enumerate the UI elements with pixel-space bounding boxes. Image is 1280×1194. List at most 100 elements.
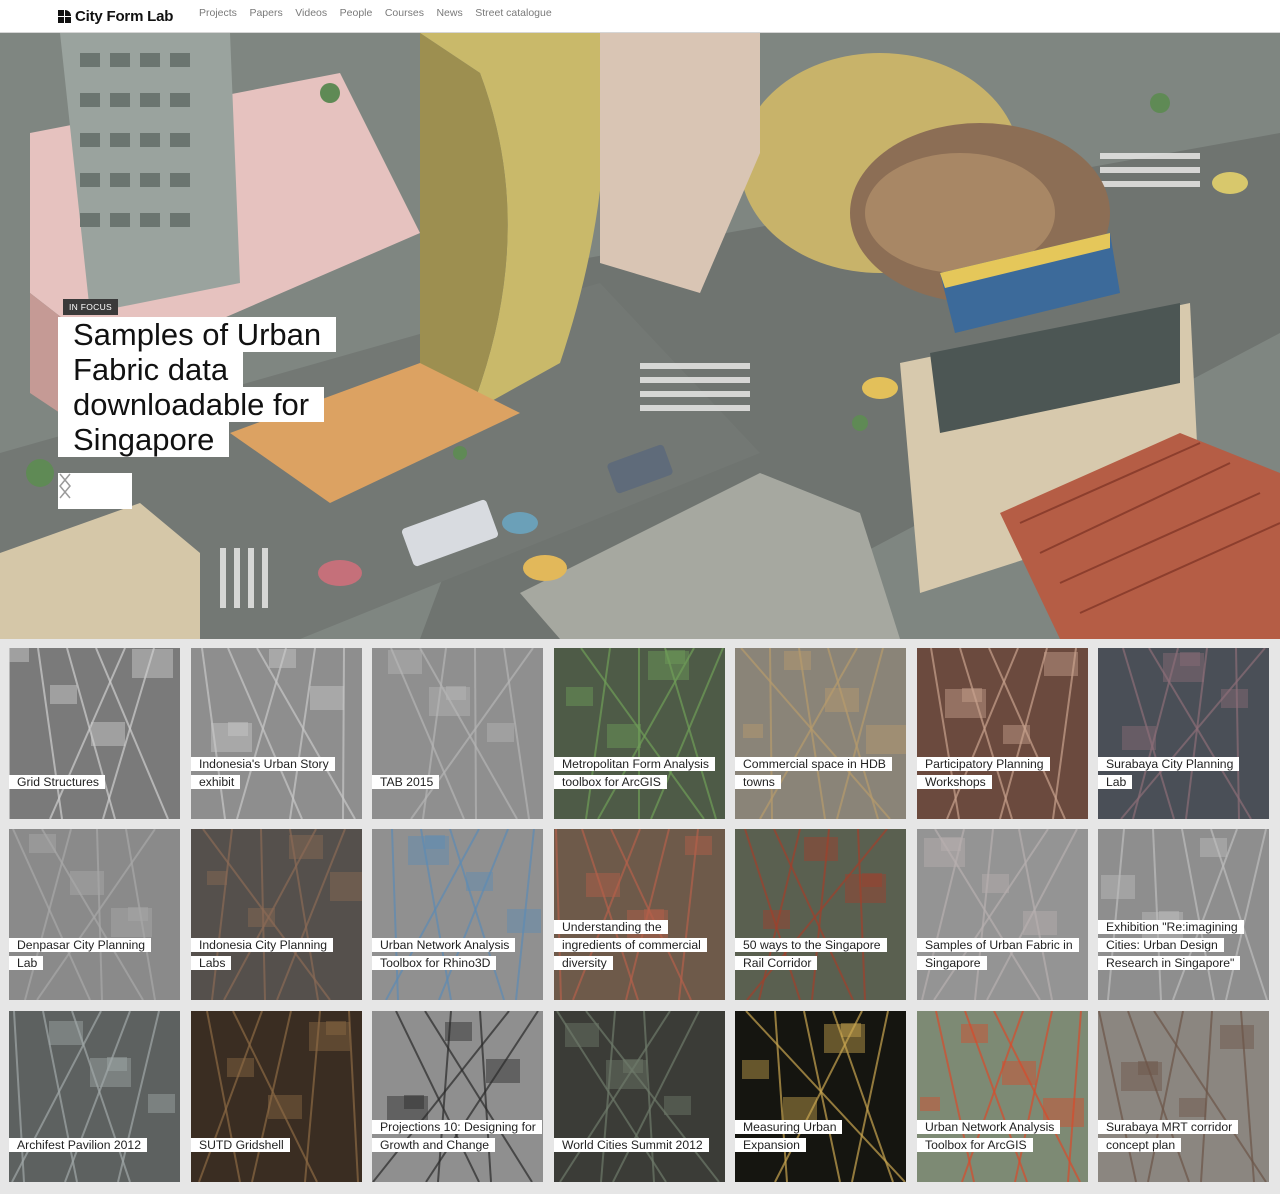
project-thumbnail bbox=[930, 648, 1078, 819]
project-title: Indonesia City Planning Labs bbox=[191, 938, 334, 970]
site-logo[interactable]: City Form Lab bbox=[58, 6, 173, 26]
project-thumbnail bbox=[920, 1011, 1084, 1182]
nav-item-projects[interactable]: Projects bbox=[199, 7, 237, 19]
hero-headline-line: Fabric data bbox=[58, 352, 244, 387]
project-thumbnail bbox=[742, 1011, 906, 1182]
nav-item-courses[interactable]: Courses bbox=[385, 7, 424, 19]
project-tile[interactable]: TAB 2015 bbox=[372, 648, 543, 819]
project-title: Surabaya MRT corridor concept plan bbox=[1098, 1120, 1239, 1152]
project-tile[interactable]: Understanding the ingredients of commerc… bbox=[554, 829, 725, 1000]
project-title: Archifest Pavilion 2012 bbox=[9, 1138, 147, 1152]
project-thumbnail bbox=[372, 1011, 539, 1182]
project-tile-label: Indonesia City Planning Labs bbox=[191, 936, 356, 972]
project-tile[interactable]: World Cities Summit 2012 bbox=[554, 1011, 725, 1182]
project-tile[interactable]: Measuring Urban Expansion bbox=[735, 1011, 906, 1182]
hero-headline-line: Singapore bbox=[58, 422, 230, 457]
project-tile-label: Urban Network Analysis Toolbox for Rhino… bbox=[372, 936, 537, 972]
project-title: Exhibition "Re:imagining Cities: Urban D… bbox=[1098, 920, 1244, 970]
hero-banner[interactable]: IN FOCUS Samples of Urban Fabric data do… bbox=[0, 33, 1280, 639]
project-tile-label: Participatory Planning Workshops bbox=[917, 755, 1082, 791]
project-tile-label: Metropolitan Form Analysis toolbox for A… bbox=[554, 755, 719, 791]
project-thumbnail bbox=[1120, 648, 1266, 819]
nav-item-videos[interactable]: Videos bbox=[295, 7, 327, 19]
project-title: Commercial space in HDB towns bbox=[735, 757, 892, 789]
main-nav: Projects Papers Videos People Courses Ne… bbox=[199, 0, 564, 26]
project-tile[interactable]: 50 ways to the Singapore Rail Corridor bbox=[735, 829, 906, 1000]
nav-item-papers[interactable]: Papers bbox=[249, 7, 282, 19]
nav-item-news[interactable]: News bbox=[436, 7, 462, 19]
project-tile-label: Indonesia's Urban Story exhibit bbox=[191, 755, 356, 791]
project-thumbnail bbox=[12, 829, 156, 1000]
project-thumbnail bbox=[740, 648, 906, 819]
project-tile-label: Grid Structures bbox=[9, 773, 105, 791]
project-thumbnail bbox=[1098, 1011, 1267, 1182]
project-title: Participatory Planning Workshops bbox=[917, 757, 1050, 789]
project-tile-label: Measuring Urban Expansion bbox=[735, 1118, 900, 1154]
project-tile-label: SUTD Gridshell bbox=[191, 1136, 290, 1154]
project-tile[interactable]: Indonesia's Urban Story exhibit bbox=[191, 648, 362, 819]
hero-headline-line: downloadable for bbox=[58, 387, 325, 422]
project-tile[interactable]: Grid Structures bbox=[9, 648, 180, 819]
chevron-right-icon bbox=[59, 473, 71, 499]
project-tile[interactable]: Urban Network Analysis Toolbox for Rhino… bbox=[372, 829, 543, 1000]
next-slide-button[interactable] bbox=[59, 473, 128, 505]
project-tile-label: Exhibition "Re:imagining Cities: Urban D… bbox=[1098, 918, 1263, 972]
project-tile[interactable]: SUTD Gridshell bbox=[191, 1011, 362, 1182]
nav-item-people[interactable]: People bbox=[340, 7, 373, 19]
project-thumbnail bbox=[9, 648, 173, 819]
project-title: Samples of Urban Fabric in Singapore bbox=[917, 938, 1079, 970]
project-thumbnail bbox=[1101, 829, 1268, 1000]
project-title: Indonesia's Urban Story exhibit bbox=[191, 757, 335, 789]
project-thumbnail bbox=[11, 1011, 175, 1182]
hero-headline-line: Samples of Urban bbox=[58, 317, 337, 352]
project-tile-label: Surabaya City Planning Lab bbox=[1098, 755, 1263, 791]
project-tile-label: Surabaya MRT corridor concept plan bbox=[1098, 1118, 1263, 1154]
chevron-down-icon bbox=[666, 638, 688, 639]
project-title: Measuring Urban Expansion bbox=[735, 1120, 843, 1152]
project-tile[interactable]: Commercial space in HDB towns bbox=[735, 648, 906, 819]
project-title: 50 ways to the Singapore Rail Corridor bbox=[735, 938, 887, 970]
project-thumbnail bbox=[388, 648, 534, 819]
project-tile[interactable]: Indonesia City Planning Labs bbox=[191, 829, 362, 1000]
project-thumbnail bbox=[744, 829, 888, 1000]
project-tile[interactable]: Surabaya City Planning Lab bbox=[1098, 648, 1269, 819]
project-title: Urban Network Analysis Toolbox for Rhino… bbox=[372, 938, 516, 970]
project-tile-label: World Cities Summit 2012 bbox=[554, 1136, 709, 1154]
project-tile[interactable]: Projections 10: Designing for Growth and… bbox=[372, 1011, 543, 1182]
project-tile[interactable]: Metropolitan Form Analysis toolbox for A… bbox=[554, 648, 725, 819]
project-tile-label: 50 ways to the Singapore Rail Corridor bbox=[735, 936, 900, 972]
project-title: TAB 2015 bbox=[372, 775, 440, 789]
project-tile[interactable]: Samples of Urban Fabric in Singapore bbox=[917, 829, 1088, 1000]
project-tile[interactable]: Surabaya MRT corridor concept plan bbox=[1098, 1011, 1269, 1182]
project-title: SUTD Gridshell bbox=[191, 1138, 290, 1152]
project-title: Denpasar City Planning Lab bbox=[9, 938, 152, 970]
project-tile[interactable]: Exhibition "Re:imagining Cities: Urban D… bbox=[1098, 829, 1269, 1000]
project-title: World Cities Summit 2012 bbox=[554, 1138, 709, 1152]
scroll-down-button[interactable] bbox=[666, 638, 692, 639]
hero-headline[interactable]: Samples of Urban Fabric data downloadabl… bbox=[58, 317, 348, 457]
project-tile[interactable]: Urban Network Analysis Toolbox for ArcGI… bbox=[917, 1011, 1088, 1182]
project-title: Projections 10: Designing for Growth and… bbox=[372, 1120, 542, 1152]
nav-item-street-catalogue[interactable]: Street catalogue bbox=[475, 7, 551, 19]
project-thumbnail bbox=[921, 829, 1078, 1000]
project-tile[interactable]: Participatory Planning Workshops bbox=[917, 648, 1088, 819]
logo-text: City Form Lab bbox=[75, 7, 174, 25]
project-tile-label: TAB 2015 bbox=[372, 773, 440, 791]
top-navigation-bar: City Form Lab Projects Papers Videos Peo… bbox=[0, 0, 1280, 33]
project-thumbnail bbox=[385, 829, 541, 1000]
project-thumbnail bbox=[556, 1011, 720, 1182]
project-tile-label: Archifest Pavilion 2012 bbox=[9, 1136, 147, 1154]
project-title: Metropolitan Form Analysis toolbox for A… bbox=[554, 757, 715, 789]
project-thumbnail bbox=[555, 829, 712, 1000]
hero-slider-controls bbox=[58, 473, 132, 509]
project-tile[interactable]: Archifest Pavilion 2012 bbox=[9, 1011, 180, 1182]
project-thumbnail bbox=[566, 648, 724, 819]
project-tile-label: Understanding the ingredients of commerc… bbox=[554, 918, 719, 972]
project-title: Grid Structures bbox=[9, 775, 105, 789]
project-title: Understanding the ingredients of commerc… bbox=[554, 920, 707, 970]
project-tile-label: Denpasar City Planning Lab bbox=[9, 936, 174, 972]
project-tile[interactable]: Denpasar City Planning Lab bbox=[9, 829, 180, 1000]
project-tile-label: Urban Network Analysis Toolbox for ArcGI… bbox=[917, 1118, 1082, 1154]
project-title: Surabaya City Planning Lab bbox=[1098, 757, 1240, 789]
project-thumbnail bbox=[198, 1011, 359, 1182]
